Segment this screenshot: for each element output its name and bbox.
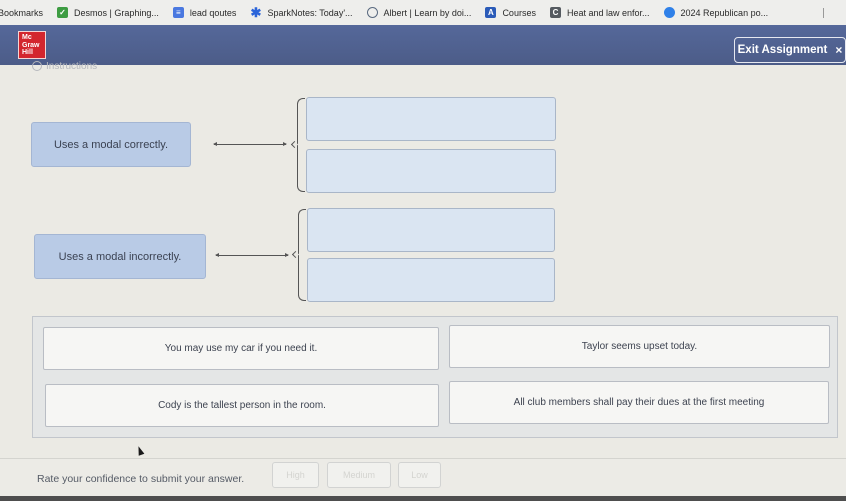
bookmarks-label: Bookmarks	[0, 7, 44, 18]
instructions-toggle[interactable]: Instructions	[32, 61, 97, 71]
answer-choice[interactable]: Cody is the tallest person in the room.	[45, 384, 439, 427]
answer-bank: You may use my car if you need it. Taylo…	[32, 316, 838, 438]
category-uses-modal-incorrectly: Uses a modal incorrectly.	[34, 234, 206, 279]
bookmark-label: Albert | Learn by doi...	[383, 7, 472, 18]
bookmark-label: SparkNotes: Today'...	[267, 7, 353, 18]
mcgraw-hill-logo: Mc Graw Hill	[18, 31, 46, 59]
heat-icon: C	[549, 7, 561, 18]
confidence-footer: Rate your confidence to submit your answ…	[0, 459, 846, 496]
answer-choice[interactable]: Taylor seems upset today.	[449, 325, 830, 368]
connector-arrow	[213, 142, 287, 146]
bookmark-label: Heat and law enfor...	[566, 7, 650, 18]
bookmark-courses[interactable]: A Courses	[485, 7, 536, 18]
answer-choice[interactable]: All club members shall pay their dues at…	[449, 381, 829, 424]
confidence-high-button[interactable]: High	[272, 462, 319, 488]
mouse-cursor-icon	[135, 445, 145, 456]
drop-zone-correct-2[interactable]	[306, 149, 556, 193]
close-icon: ×	[835, 43, 843, 57]
confidence-medium-button[interactable]: Medium	[327, 462, 391, 488]
answer-choice[interactable]: You may use my car if you need it.	[43, 327, 439, 370]
chevron-icon	[32, 61, 42, 71]
bookmarks-bar: Bookmarks ✓ Desmos | Graphing... ≡ lead …	[0, 0, 846, 25]
drop-zone-incorrect-1[interactable]	[307, 208, 555, 252]
sparknotes-icon: ✱	[250, 4, 262, 20]
bookmark-label: Courses	[502, 7, 536, 18]
doc-icon: ≡	[172, 7, 184, 18]
drop-zone-incorrect-2[interactable]	[307, 258, 555, 302]
exit-assignment-button[interactable]: Exit Assignment ×	[734, 37, 846, 63]
bookmark-label: Desmos | Graphing...	[74, 7, 159, 18]
bookmark-label: 2024 Republican po...	[680, 7, 769, 18]
albert-icon	[366, 7, 378, 18]
confidence-prompt: Rate your confidence to submit your answ…	[37, 473, 245, 485]
screen-bezel	[0, 496, 846, 501]
category-uses-modal-correctly: Uses a modal correctly.	[31, 122, 191, 167]
bracket	[290, 98, 305, 192]
bookmark-albert[interactable]: Albert | Learn by doi...	[366, 7, 472, 18]
bookmark-heat[interactable]: C Heat and law enfor...	[549, 7, 650, 18]
desmos-icon: ✓	[57, 7, 69, 18]
republican-icon	[663, 7, 675, 18]
bookmark-desmos[interactable]: ✓ Desmos | Graphing...	[57, 7, 159, 18]
confidence-low-button[interactable]: Low	[398, 462, 441, 488]
bookmark-sparknotes[interactable]: ✱ SparkNotes: Today'...	[250, 4, 353, 20]
bookmark-lead-qoutes[interactable]: ≡ lead qoutes	[172, 7, 237, 18]
bookmarks-separator	[823, 8, 824, 18]
app-header: Mc Graw Hill Exit Assignment ×	[0, 25, 846, 65]
bookmark-label: lead qoutes	[189, 7, 237, 18]
connector-arrow	[215, 253, 289, 257]
bookmark-republican[interactable]: 2024 Republican po...	[663, 7, 769, 18]
courses-icon: A	[485, 7, 497, 18]
exit-assignment-label: Exit Assignment	[737, 44, 828, 56]
drop-zone-correct-1[interactable]	[306, 97, 556, 141]
bracket	[291, 209, 306, 301]
